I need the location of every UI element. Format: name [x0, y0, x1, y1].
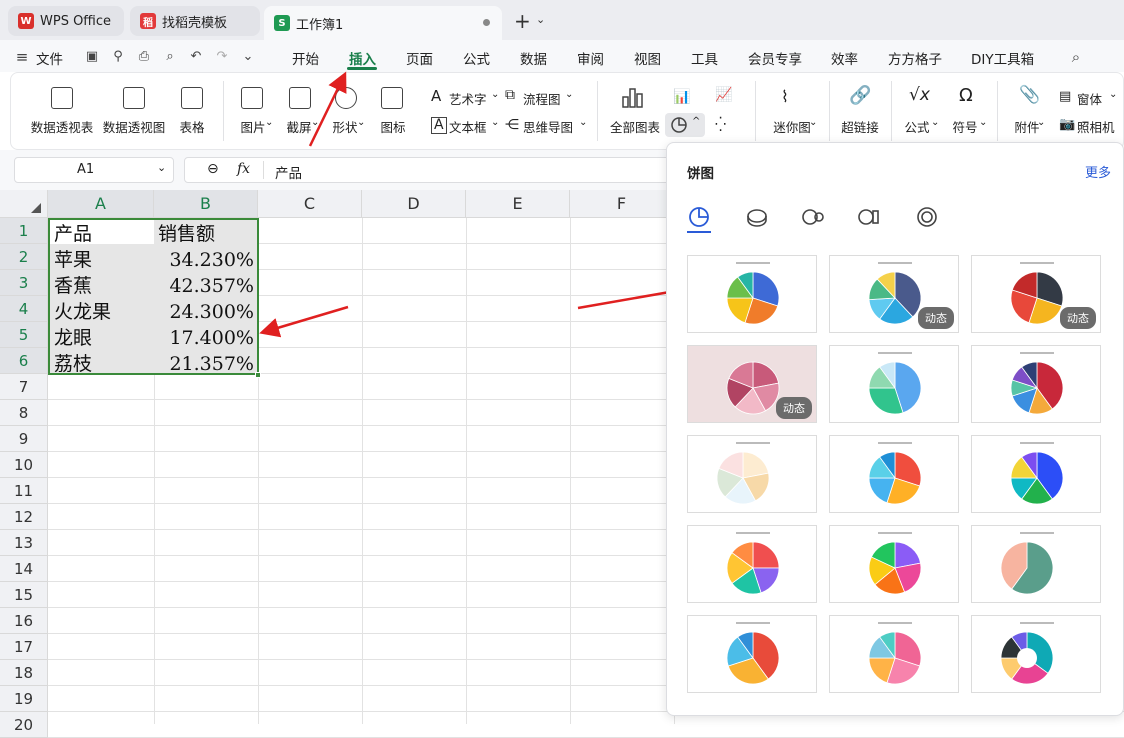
pie-3d-tab-icon[interactable] — [745, 205, 769, 229]
pie-template-6[interactable] — [971, 345, 1101, 423]
arrow-to-insert-menu — [308, 71, 347, 147]
pie-template-9[interactable] — [971, 435, 1101, 513]
pie-template-4[interactable]: 动态 — [687, 345, 817, 423]
thumb-title-line — [736, 442, 770, 444]
arrow-to-data-range — [259, 305, 349, 338]
thumb-title-line — [736, 262, 770, 264]
thumb-title-line — [736, 532, 770, 534]
thumb-title-line — [736, 622, 770, 624]
pie-template-2[interactable]: 动态 — [829, 255, 959, 333]
pie-template-preview — [1010, 352, 1064, 415]
pie-template-preview — [726, 262, 780, 325]
more-link[interactable]: 更多 — [1085, 162, 1111, 181]
thumb-title-line — [878, 442, 912, 444]
doughnut-tab-icon[interactable] — [915, 205, 939, 229]
pie-template-3[interactable]: 动态 — [971, 255, 1101, 333]
pie-template-preview — [1000, 532, 1054, 595]
pie-template-preview — [868, 442, 922, 505]
thumb-title-line — [1020, 352, 1054, 354]
pie-type-tab-icon[interactable] — [687, 205, 711, 229]
animated-badge: 动态 — [776, 397, 812, 419]
pie-template-1[interactable] — [687, 255, 817, 333]
pie-template-preview — [726, 622, 780, 685]
pie-template-preview — [1000, 622, 1054, 685]
pie-template-5[interactable] — [829, 345, 959, 423]
pie-template-7[interactable] — [687, 435, 817, 513]
pie-template-10[interactable] — [687, 525, 817, 603]
panel-title: 饼图 — [687, 166, 714, 182]
pie-template-15[interactable] — [971, 615, 1101, 693]
pie-template-12[interactable] — [971, 525, 1101, 603]
animated-badge: 动态 — [1060, 307, 1096, 329]
pie-template-14[interactable] — [829, 615, 959, 693]
pie-slice — [752, 541, 780, 569]
pie-template-13[interactable] — [687, 615, 817, 693]
bar-of-pie-tab-icon[interactable] — [857, 205, 881, 229]
pie-template-preview — [868, 352, 922, 415]
pie-template-preview — [726, 532, 780, 595]
pie-template-preview — [868, 622, 922, 685]
thumb-title-line — [878, 532, 912, 534]
thumb-title-line — [1020, 532, 1054, 534]
doughnut-hole — [1017, 648, 1037, 668]
pie-template-8[interactable] — [829, 435, 959, 513]
pie-template-preview — [868, 532, 922, 595]
pie-of-pie-tab-icon[interactable] — [801, 205, 825, 229]
pie-template-11[interactable] — [829, 525, 959, 603]
thumb-title-line — [878, 622, 912, 624]
thumb-title-line — [1020, 262, 1054, 264]
thumb-title-line — [1020, 622, 1054, 624]
active-subtype-underline — [687, 231, 711, 233]
thumb-title-line — [1020, 442, 1054, 444]
pie-chart-panel: 饼图 更多 动态 动态 动态 — [666, 142, 1124, 716]
thumb-title-line — [878, 262, 912, 264]
pie-template-preview — [1010, 442, 1064, 505]
thumb-title-line — [878, 352, 912, 354]
pie-template-preview — [716, 442, 770, 505]
animated-badge: 动态 — [918, 307, 954, 329]
